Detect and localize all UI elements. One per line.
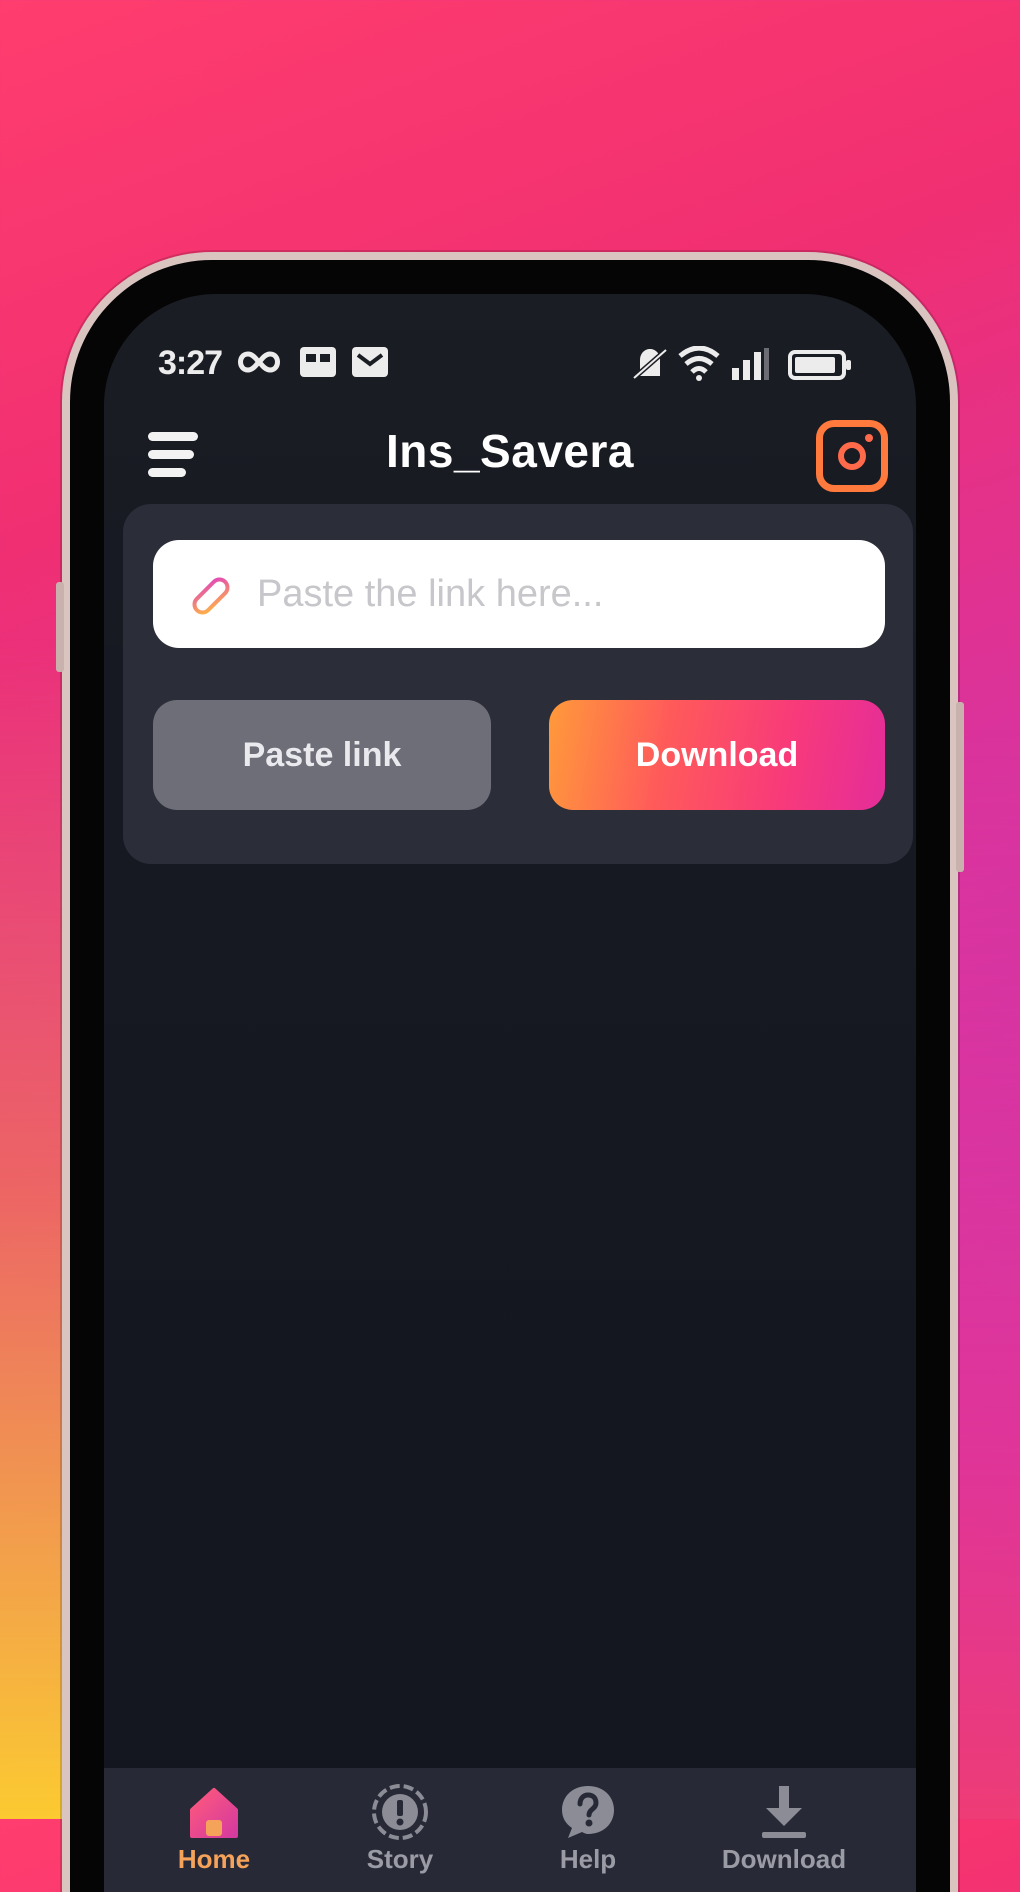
nav-label-home: Home — [177, 1844, 251, 1874]
nav-item-story[interactable]: Story — [310, 1782, 490, 1892]
app-header: Ins_Savera — [104, 404, 916, 514]
link-icon — [192, 577, 230, 615]
link-input-container[interactable] — [153, 540, 885, 648]
instagram-lens — [838, 442, 866, 470]
story-icon — [372, 1784, 428, 1840]
link-input[interactable] — [257, 540, 857, 648]
notification-app-icon — [300, 347, 336, 377]
bottom-nav: Home Story Help Download — [104, 1768, 916, 1892]
battery-icon — [788, 350, 851, 380]
nav-item-download[interactable]: Download — [694, 1782, 874, 1892]
download-icon — [762, 1786, 806, 1838]
nav-item-home[interactable]: Home — [124, 1782, 304, 1892]
home-icon — [190, 1788, 238, 1838]
nav-label-story: Story — [366, 1844, 434, 1874]
download-card: Paste link Download — [123, 504, 913, 864]
nav-item-help[interactable]: Help — [498, 1782, 678, 1892]
signal-icon — [732, 348, 769, 380]
infinity-icon — [238, 351, 280, 373]
phone-frame: 3:27 Ins_Savera Paste the link here... P… — [56, 252, 964, 1892]
app-title: Ins_Savera — [386, 425, 634, 477]
download-button[interactable]: Download — [549, 700, 885, 810]
status-time: 3:27 — [158, 344, 223, 382]
nav-label-download: Download — [721, 1844, 847, 1874]
message-icon — [352, 347, 388, 377]
phone-bezel: 3:27 Ins_Savera Paste the link here... P… — [70, 260, 950, 1892]
phone-side-button-right — [956, 702, 964, 872]
phone-side-button-left — [56, 582, 64, 672]
app-screen: 3:27 Ins_Savera Paste the link here... P… — [104, 294, 916, 1892]
instagram-icon[interactable] — [816, 420, 888, 492]
status-bar: 3:27 — [104, 338, 916, 388]
wifi-icon — [678, 346, 720, 381]
paste-link-button[interactable]: Paste link — [153, 700, 491, 810]
mute-icon — [632, 348, 668, 380]
instagram-dot — [865, 434, 873, 442]
help-icon — [562, 1786, 614, 1838]
nav-label-help: Help — [559, 1844, 617, 1874]
